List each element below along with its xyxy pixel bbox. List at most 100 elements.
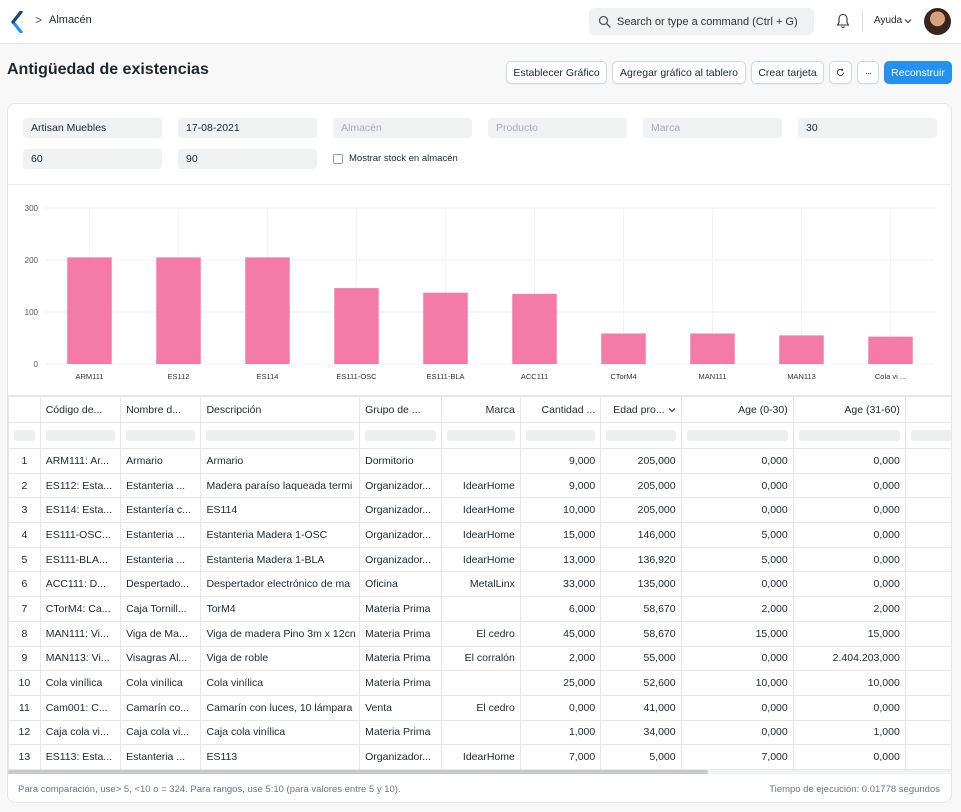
table-cell[interactable]: ES111-BLA... xyxy=(39,546,122,573)
table-cell[interactable]: Estanteria Madera 1-BLA xyxy=(200,546,361,573)
table-row[interactable]: 13 ES113: Esta... Estanteria ... ES113 Organ… xyxy=(8,744,951,770)
more-options-button[interactable]: ··· xyxy=(857,61,879,84)
table-cell[interactable]: 5,000 xyxy=(680,546,794,573)
column-filter-cell[interactable] xyxy=(519,422,602,449)
table-cell[interactable]: 205,000 xyxy=(600,472,682,499)
table-cell[interactable]: Dormitorio xyxy=(359,448,442,474)
table-cell[interactable]: 25,000 xyxy=(519,670,602,696)
table-cell[interactable]: Estanteria ... xyxy=(120,546,202,573)
table-cell[interactable]: ES114 xyxy=(200,497,361,524)
table-cell[interactable]: 0,000 xyxy=(680,645,794,672)
table-cell[interactable]: 5,000 xyxy=(680,522,794,548)
column-header[interactable]: Age (0-30) xyxy=(680,396,794,423)
column-header[interactable]: Edad pro... xyxy=(600,396,682,423)
table-cell[interactable]: 135,000 xyxy=(600,571,682,598)
table-cell[interactable]: IdearHome xyxy=(440,522,521,548)
table-cell[interactable]: Madera paraíso laqueada termi xyxy=(200,472,361,499)
chart-bar[interactable] xyxy=(512,293,557,364)
column-filter-input[interactable] xyxy=(126,430,196,441)
table-cell[interactable]: IdearHome xyxy=(440,744,521,770)
table-cell[interactable]: ARM111: Ar... xyxy=(39,448,122,474)
refresh-button[interactable] xyxy=(829,61,852,84)
column-filter-input[interactable] xyxy=(14,430,35,441)
table-cell[interactable]: El corralón xyxy=(440,645,521,672)
table-cell[interactable]: Cola vinílica xyxy=(39,670,122,696)
table-cell[interactable]: 41,000 xyxy=(600,694,682,721)
table-cell[interactable]: MAN111: Vi... xyxy=(39,620,122,647)
table-cell[interactable]: Cola vinílica xyxy=(120,670,202,696)
column-header[interactable]: Age (31-60) xyxy=(792,396,906,423)
search-input[interactable] xyxy=(615,11,810,32)
set-chart-button[interactable]: Establecer Gráfico xyxy=(506,61,607,84)
table-cell[interactable]: 146,000 xyxy=(600,522,682,548)
range2-filter[interactable] xyxy=(23,149,162,169)
chart-bar[interactable] xyxy=(156,257,201,364)
chart-bar[interactable] xyxy=(67,257,112,364)
table-cell[interactable]: 0,000 xyxy=(792,744,906,770)
table-cell[interactable]: 7,000 xyxy=(680,744,794,770)
app-logo-icon[interactable] xyxy=(10,11,24,33)
column-header[interactable]: Código de... xyxy=(39,396,122,423)
column-filter-input[interactable] xyxy=(798,430,900,441)
table-cell[interactable]: 0,000 xyxy=(680,571,794,598)
table-cell[interactable]: Oficina xyxy=(359,571,442,598)
table-cell[interactable]: Materia Prima xyxy=(359,596,442,622)
table-cell[interactable]: ES112: Esta... xyxy=(39,472,122,499)
column-filter-cell[interactable] xyxy=(440,422,521,449)
table-row[interactable]: 7 CTorM4: Ca... Caja Tornill... TorM4 Materi… xyxy=(8,596,951,622)
table-cell[interactable]: 0,000 xyxy=(904,645,951,672)
table-cell[interactable]: IdearHome xyxy=(440,546,521,573)
table-cell[interactable] xyxy=(440,448,521,474)
column-header[interactable]: Age (61-90) xyxy=(904,396,951,423)
column-header[interactable]: Marca xyxy=(440,396,521,423)
column-filter-input[interactable] xyxy=(606,430,676,441)
table-cell[interactable]: Estantería c... xyxy=(120,497,202,524)
range1-filter[interactable] xyxy=(798,118,937,138)
date-filter[interactable] xyxy=(178,118,317,138)
table-cell[interactable]: 136,920 xyxy=(600,546,682,573)
table-cell[interactable]: Venta xyxy=(359,694,442,721)
table-cell[interactable]: 34,000 xyxy=(600,719,682,746)
table-cell[interactable]: Camarín con luces, 10 lámpara xyxy=(200,694,361,721)
table-cell[interactable]: 2,000 xyxy=(519,645,602,672)
column-filter-input[interactable] xyxy=(206,430,355,441)
table-cell[interactable]: 7,000 xyxy=(519,744,602,770)
chart-bar[interactable] xyxy=(423,292,468,364)
table-cell[interactable]: CTorM4: Ca... xyxy=(39,596,122,622)
table-cell[interactable]: 13,000 xyxy=(519,546,602,573)
table-cell[interactable]: 2,000 xyxy=(904,596,951,622)
table-cell[interactable]: Viga de madera Pino 3m x 12cn xyxy=(200,620,361,647)
table-cell[interactable]: 1,000 xyxy=(792,719,906,746)
column-filter-input[interactable] xyxy=(525,430,596,441)
brand-filter[interactable] xyxy=(643,118,782,138)
table-row[interactable]: 5 ES111-BLA... Estanteria ... Estanteria Ma… xyxy=(8,546,951,573)
table-cell[interactable]: Cam001: C... xyxy=(39,694,122,721)
table-cell[interactable]: 5,000 xyxy=(904,670,951,696)
table-cell[interactable]: 10,000 xyxy=(792,670,906,696)
column-header[interactable]: Descripción xyxy=(200,396,361,423)
column-filter-cell[interactable] xyxy=(200,422,361,449)
chart-bar[interactable] xyxy=(334,288,379,364)
table-cell[interactable]: Estanteria Madera 1-OSC xyxy=(200,522,361,548)
table-cell[interactable]: ES113: Esta... xyxy=(39,744,122,770)
scrollbar-thumb[interactable] xyxy=(8,770,708,774)
warehouse-filter[interactable] xyxy=(333,118,472,138)
range3-filter[interactable] xyxy=(178,149,317,169)
table-cell[interactable]: ES113 xyxy=(200,744,361,770)
table-cell[interactable]: 45,000 xyxy=(519,620,602,647)
table-cell[interactable]: 0,000 xyxy=(792,448,906,474)
column-filter-cell[interactable] xyxy=(8,422,41,449)
table-cell[interactable]: 0,000 xyxy=(904,546,951,573)
table-row[interactable]: 12 Caja cola vi... Caja cola vi... Caja col… xyxy=(8,719,951,746)
table-row[interactable]: 11 Cam001: C... Camarín co... Camarín con l… xyxy=(8,694,951,721)
column-filter-cell[interactable] xyxy=(359,422,442,449)
table-cell[interactable]: Caja cola vi... xyxy=(120,719,202,746)
column-filter-input[interactable] xyxy=(45,430,116,441)
table-row[interactable]: 8 MAN111: Vi... Viga de Ma... Viga de mader… xyxy=(8,620,951,647)
chart-bar[interactable] xyxy=(245,257,290,364)
table-row[interactable]: 1 ARM111: Ar... Armario Armario Dormitorio 9,… xyxy=(8,448,951,474)
add-to-dashboard-button[interactable]: Agregar gráfico al tablero xyxy=(612,61,746,84)
table-cell[interactable]: Visagras Al... xyxy=(120,645,202,672)
show-warehouse-stock-checkbox[interactable] xyxy=(333,153,343,164)
table-cell[interactable]: Organizador... xyxy=(359,546,442,573)
